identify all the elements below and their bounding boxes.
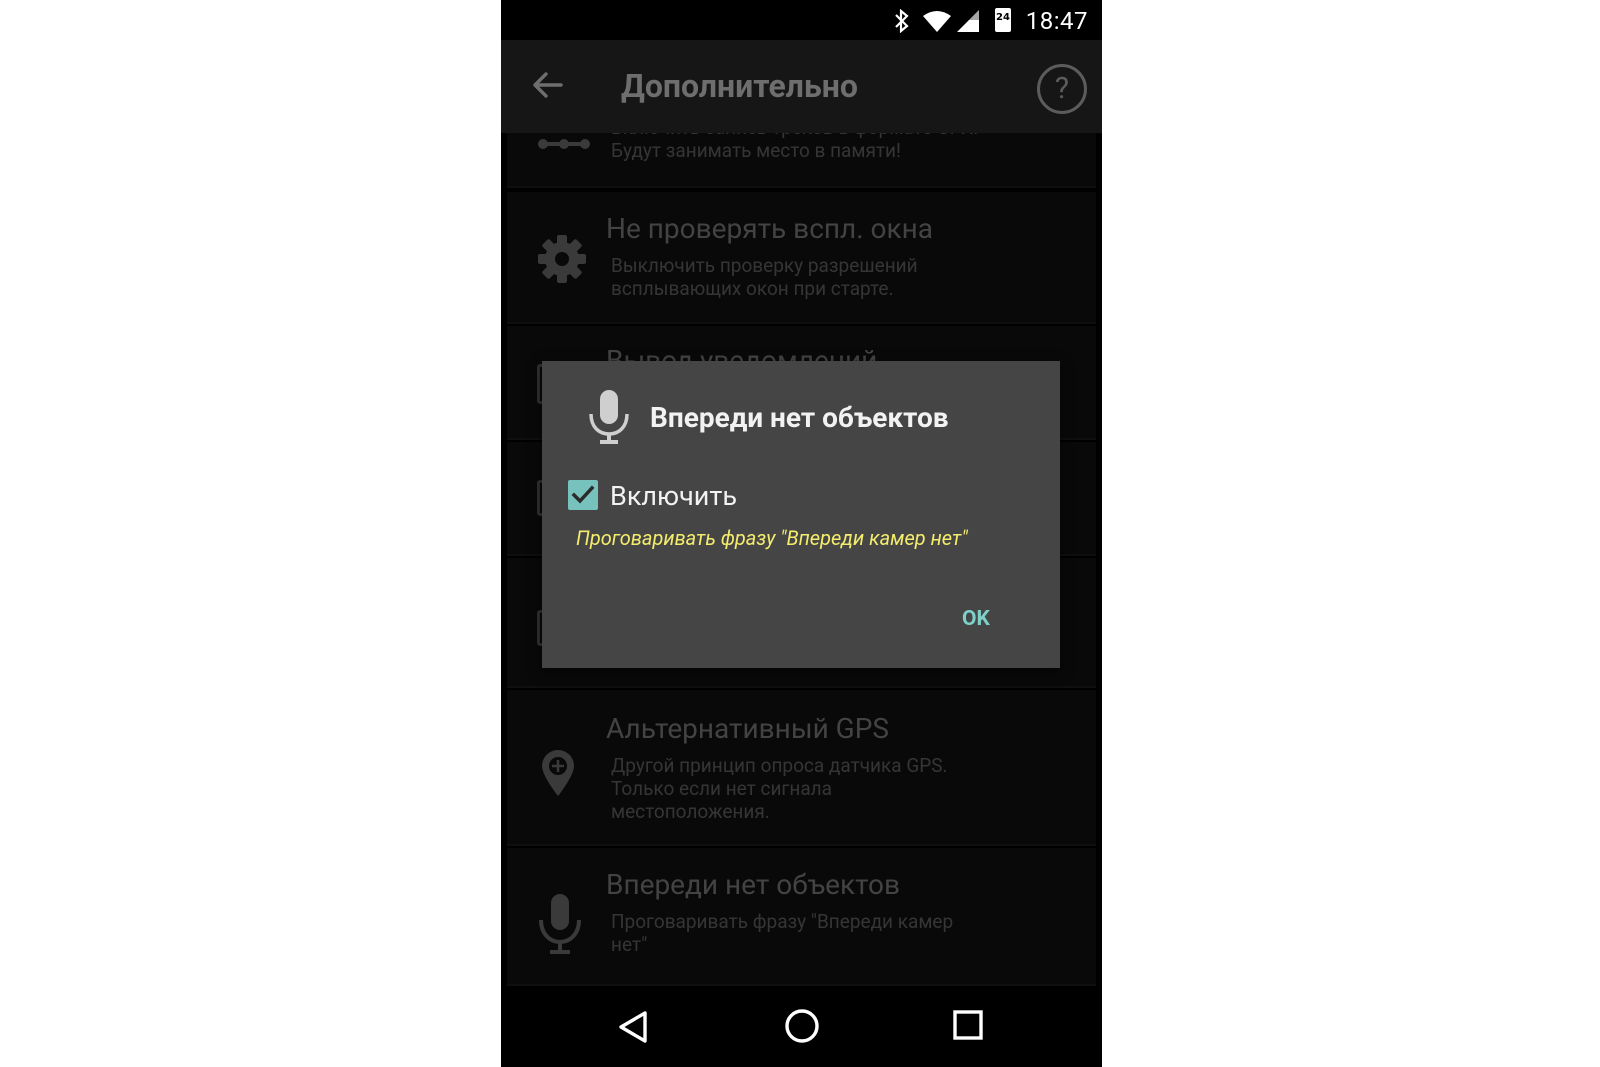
- enable-checkbox[interactable]: [568, 480, 598, 510]
- page-title: Дополнительно: [621, 67, 858, 105]
- dialog-title: Впереди нет объектов: [650, 401, 949, 434]
- dialog-description: Проговаривать фразу "Впереди камер нет": [576, 526, 968, 550]
- enable-checkbox-label[interactable]: Включить: [610, 480, 737, 512]
- navigation-bar: [501, 988, 1102, 1067]
- nav-recents-icon[interactable]: [953, 1010, 983, 1040]
- microphone-icon: [589, 390, 629, 444]
- nav-back-icon[interactable]: [618, 1010, 648, 1044]
- nav-home-icon[interactable]: [784, 1008, 820, 1044]
- checkmark-icon: [571, 485, 595, 504]
- help-glyph: ?: [1054, 71, 1070, 106]
- ok-button[interactable]: OK: [962, 607, 990, 631]
- arrow-left-icon[interactable]: [531, 68, 565, 102]
- app-bar: Дополнительно ?: [501, 40, 1102, 133]
- no-objects-dialog: Впереди нет объектов Включить Проговарив…: [542, 361, 1060, 668]
- question-circle-icon[interactable]: ?: [1037, 64, 1087, 114]
